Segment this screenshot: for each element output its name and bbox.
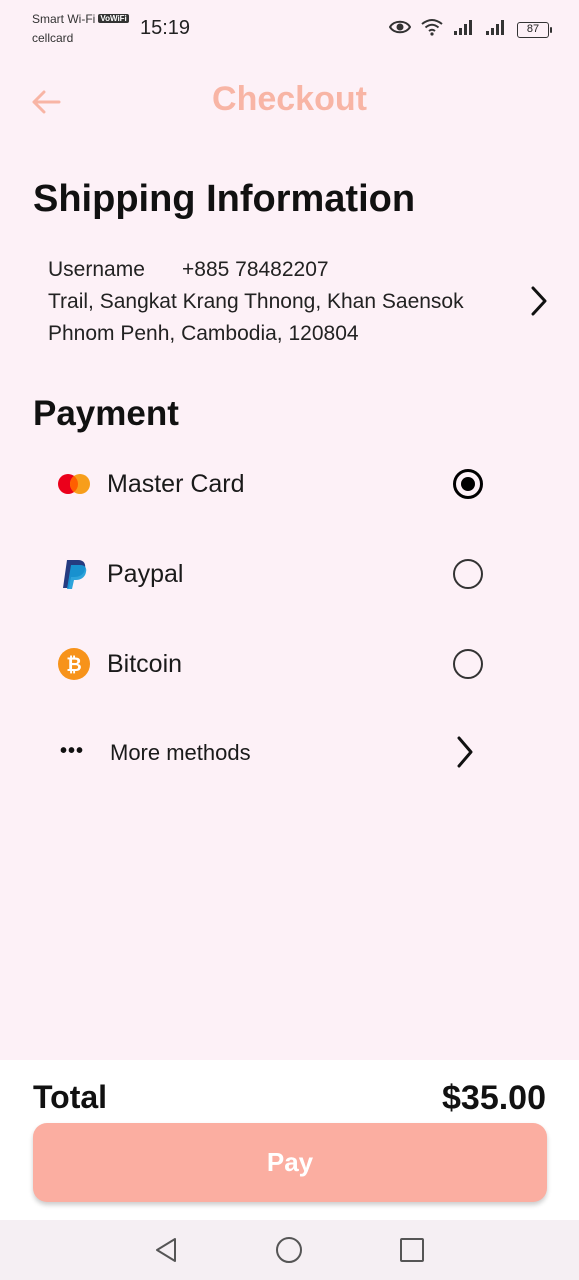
total-label: Total	[33, 1079, 108, 1115]
battery-indicator: 87	[517, 21, 552, 38]
payment-option-label: Master Card	[107, 470, 245, 498]
status-icons: 87	[388, 18, 552, 41]
carrier-secondary: cellcard	[32, 31, 74, 45]
status-bar: Smart Wi-Fi VoWiFi cellcard 15:19 87	[0, 0, 579, 52]
signal-icon-1	[453, 18, 475, 41]
recipient-name: Username	[48, 258, 145, 281]
more-methods-row[interactable]: ••• More methods	[48, 722, 498, 782]
more-methods-label: More methods	[110, 740, 251, 765]
carrier-name: Smart Wi-Fi VoWiFi	[32, 12, 129, 26]
system-navigation-bar	[0, 1220, 579, 1280]
nav-recents-button[interactable]	[396, 1234, 428, 1266]
chevron-right-icon	[530, 286, 548, 321]
page-title: Checkout	[212, 80, 367, 118]
payment-option-label: Paypal	[107, 560, 184, 588]
bitcoin-icon: ₿	[56, 646, 92, 682]
chevron-right-icon	[456, 736, 474, 773]
status-time: 15:19	[140, 17, 191, 39]
paypal-icon	[56, 556, 92, 592]
address-line-1: Trail, Sangkat Krang Thnong, Khan Saenso…	[48, 290, 464, 313]
more-dots-icon: •••	[60, 740, 85, 762]
shipping-section-title: Shipping Information	[33, 178, 416, 220]
shipping-address-card[interactable]: Username +885 78482207 Trail, Sangkat Kra…	[48, 254, 548, 354]
signal-icon-2	[485, 18, 507, 41]
eye-icon	[388, 19, 412, 40]
radio-button[interactable]	[453, 559, 483, 589]
recipient-phone: +885 78482207	[182, 258, 329, 281]
triangle-back-icon	[156, 1238, 176, 1262]
address-line-2: Phnom Penh, Cambodia, 120804	[48, 322, 359, 345]
nav-back-button[interactable]	[150, 1234, 182, 1266]
payment-option-bitcoin[interactable]: ₿ Bitcoin	[48, 634, 498, 694]
svg-text:₿: ₿	[66, 654, 81, 676]
pay-button[interactable]: Pay	[33, 1123, 547, 1202]
carrier-primary: Smart Wi-Fi	[32, 12, 96, 26]
radio-button[interactable]	[453, 649, 483, 679]
payment-option-label: Bitcoin	[107, 650, 183, 678]
mastercard-icon	[56, 466, 92, 502]
total-amount: $35.00	[442, 1079, 546, 1117]
circle-home-icon	[276, 1237, 302, 1263]
payment-option-paypal[interactable]: Paypal	[48, 544, 498, 604]
vowifi-badge: VoWiFi	[98, 14, 129, 23]
checkout-summary-panel: Total $35.00 Pay	[0, 1060, 579, 1220]
radio-button-selected[interactable]	[453, 469, 483, 499]
nav-home-button[interactable]	[273, 1234, 305, 1266]
payment-option-mastercard[interactable]: Master Card	[48, 454, 498, 514]
address-contact-line: Username +885 78482207	[48, 254, 548, 286]
wifi-icon	[421, 18, 443, 41]
payment-section-title: Payment	[33, 394, 179, 433]
square-recents-icon	[400, 1238, 424, 1262]
